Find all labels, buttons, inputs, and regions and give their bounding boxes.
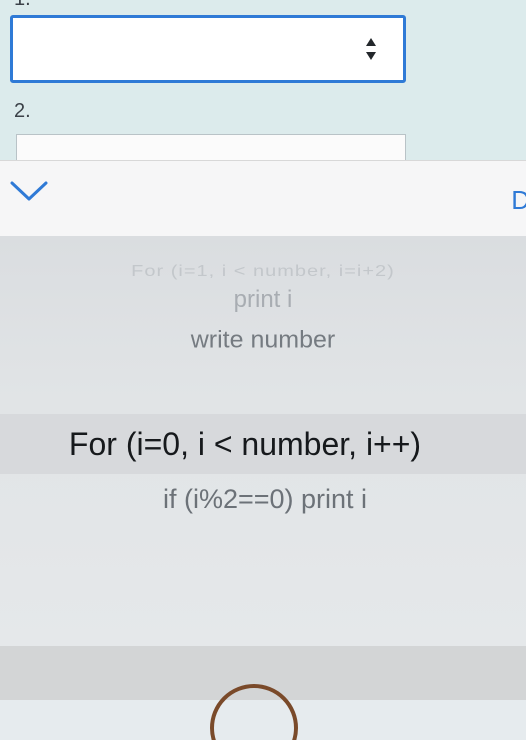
question-2-label: 2. <box>14 100 31 122</box>
picker-toolbar: D <box>0 160 526 237</box>
picker-option-selected[interactable]: For (i=0, i < number, i++) <box>0 426 508 463</box>
option-picker[interactable]: For (i=1, i < number, i=i+2) print i wri… <box>0 236 526 646</box>
picker-option[interactable]: For (i=1, i < number, i=i+2) <box>0 262 526 280</box>
chevron-down-icon[interactable] <box>8 175 50 205</box>
picker-option[interactable]: print i <box>0 286 526 314</box>
done-button[interactable]: D <box>511 185 526 216</box>
picker-option[interactable]: if (i%2==0) print i <box>2 484 526 515</box>
home-button-icon <box>210 684 298 740</box>
form-area: 1. 2. <box>0 0 526 174</box>
picker-option[interactable]: write number <box>0 327 526 355</box>
select-stepper-icon <box>366 38 376 60</box>
question-1-select[interactable] <box>10 15 406 83</box>
question-1-label: 1. <box>14 0 31 11</box>
